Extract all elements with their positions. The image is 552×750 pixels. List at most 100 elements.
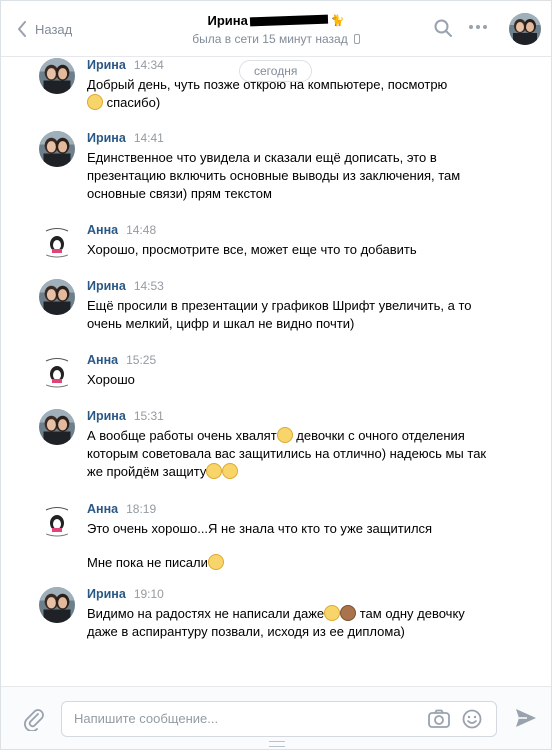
avatar[interactable]	[39, 587, 75, 623]
search-button[interactable]	[433, 18, 453, 41]
message-text: А вообще работы очень хвалят девочки с о…	[87, 427, 487, 481]
message-text: Добрый день, чуть позже открою на компью…	[87, 76, 527, 112]
paperclip-icon	[24, 709, 44, 732]
camera-icon	[428, 709, 450, 728]
message-time[interactable]: 14:48	[126, 223, 156, 237]
message-body: Анна 15:25 Хорошо	[87, 353, 527, 389]
message-composer: Напишите сообщение...	[1, 686, 551, 749]
more-dot	[476, 25, 480, 29]
avatar[interactable]	[39, 131, 75, 167]
message-time[interactable]: 15:25	[126, 353, 156, 367]
avatar-photo	[509, 13, 541, 45]
flushed-emoji-icon	[276, 427, 293, 443]
message-text: Хорошо, просмотрите все, может еще что т…	[87, 241, 527, 259]
message-time[interactable]: 18:19	[126, 502, 156, 516]
message-text: Это очень хорошо...Я не знала что кто то…	[87, 520, 527, 572]
message-meta: Анна 15:25	[87, 353, 527, 369]
avatar[interactable]	[39, 279, 75, 315]
send-button[interactable]	[515, 708, 537, 731]
text-paragraph: Мне пока не писали	[87, 554, 527, 572]
author-name[interactable]: Ирина	[87, 587, 126, 601]
text-segment: Видимо на радостях не написали даже	[87, 606, 325, 621]
message-body: Анна 18:19 Это очень хорошо...Я не знала…	[87, 502, 527, 572]
avatar[interactable]	[39, 409, 75, 445]
message-feed[interactable]: сегодня Ирина 14:34 Добрый день, чуть по…	[1, 58, 551, 686]
emoji-button[interactable]	[462, 709, 482, 732]
message-time[interactable]: 14:53	[134, 279, 164, 293]
avatar[interactable]	[39, 58, 75, 94]
avatar-drawing	[39, 353, 75, 389]
redaction-bar	[249, 14, 328, 27]
peer-info[interactable]: Ирина 🐈 была в сети 15 минут назад	[151, 13, 401, 46]
send-icon	[516, 709, 536, 727]
search-icon	[434, 19, 452, 37]
mobile-phone-icon	[353, 34, 360, 44]
avatar[interactable]	[39, 223, 75, 259]
author-name[interactable]: Анна	[87, 223, 118, 237]
text-segment: Единственное что увидела и сказали ещё д…	[87, 150, 461, 201]
message-text: Видимо на радостях не написали даже там …	[87, 605, 487, 641]
author-name[interactable]: Ирина	[87, 131, 126, 145]
text-segment: Мне пока не писали	[87, 555, 208, 570]
more-dots-icon	[469, 25, 473, 29]
peer-avatar[interactable]	[509, 13, 541, 45]
peer-name-text: Ирина	[207, 13, 248, 28]
message-time[interactable]: 14:41	[134, 131, 164, 145]
peer-status-text: была в сети 15 минут назад	[192, 32, 348, 46]
message-meta: Ирина 14:53	[87, 279, 527, 295]
grinning-emoji-icon	[324, 605, 341, 621]
author-name[interactable]: Ирина	[87, 279, 126, 293]
cat-emoji-icon: 🐈	[330, 15, 345, 27]
author-name[interactable]: Анна	[87, 353, 118, 367]
text-segment: Ещё просили в презентации у графиков Шри…	[87, 298, 472, 331]
avatar-photo	[39, 279, 75, 315]
author-name[interactable]: Ирина	[87, 409, 126, 423]
chat-window: Назад Ирина 🐈 была в сети 15 минут назад	[0, 0, 552, 750]
avatar-photo	[39, 131, 75, 167]
text-paragraph: Это очень хорошо...Я не знала что кто то…	[87, 520, 527, 538]
thinking-emoji-icon	[207, 554, 224, 570]
chat-header: Назад Ирина 🐈 была в сети 15 минут назад	[1, 1, 551, 57]
message-meta: Ирина 14:41	[87, 131, 527, 147]
see-no-evil-monkey-icon	[340, 605, 357, 621]
date-separator: сегодня	[239, 60, 313, 82]
text-segment: спасибо)	[106, 95, 161, 110]
author-name[interactable]: Анна	[87, 502, 118, 516]
text-segment: Хорошо, просмотрите все, может еще что т…	[87, 242, 417, 257]
flushed-emoji-icon	[206, 463, 223, 479]
message-time[interactable]: 14:34	[134, 58, 164, 72]
message-body: Ирина 19:10 Видимо на радостях не написа…	[87, 587, 527, 641]
text-segment: Это очень хорошо...Я не знала что кто то…	[87, 521, 433, 536]
message-body: Ирина 15:31 А вообще работы очень хвалят…	[87, 409, 527, 481]
camera-button[interactable]	[428, 709, 450, 732]
avatar-drawing	[39, 223, 75, 259]
author-name[interactable]: Ирина	[87, 58, 126, 72]
avatar-photo	[39, 58, 75, 94]
peer-name: Ирина 🐈	[207, 13, 344, 28]
resize-handle[interactable]	[269, 741, 285, 747]
back-label: Назад	[35, 21, 73, 37]
avatar-drawing	[39, 502, 75, 538]
message-meta: Ирина 15:31	[87, 409, 527, 425]
attach-button[interactable]	[23, 707, 45, 734]
message-time[interactable]: 19:10	[134, 587, 164, 601]
peer-status: была в сети 15 минут назад	[192, 32, 360, 46]
message-text: Хорошо	[87, 371, 527, 389]
text-segment: Хорошо	[87, 372, 135, 387]
message-body: Ирина 14:41 Единственное что увидела и с…	[87, 131, 527, 203]
message-time[interactable]: 15:31	[134, 409, 164, 423]
back-button[interactable]: Назад	[17, 17, 72, 41]
more-button[interactable]	[469, 25, 487, 29]
text-segment: А вообще работы очень хвалят	[87, 428, 277, 443]
chevron-left-icon	[18, 21, 26, 37]
message-body: Ирина 14:53 Ещё просили в презентации у …	[87, 279, 527, 333]
message-meta: Ирина 19:10	[87, 587, 527, 603]
smile-icon	[462, 709, 482, 729]
message-meta: Анна 18:19	[87, 502, 527, 518]
avatar-photo	[39, 587, 75, 623]
flushed-emoji-icon	[87, 94, 103, 110]
more-dot	[483, 25, 487, 29]
avatar[interactable]	[39, 502, 75, 538]
avatar[interactable]	[39, 353, 75, 389]
avatar-photo	[39, 409, 75, 445]
